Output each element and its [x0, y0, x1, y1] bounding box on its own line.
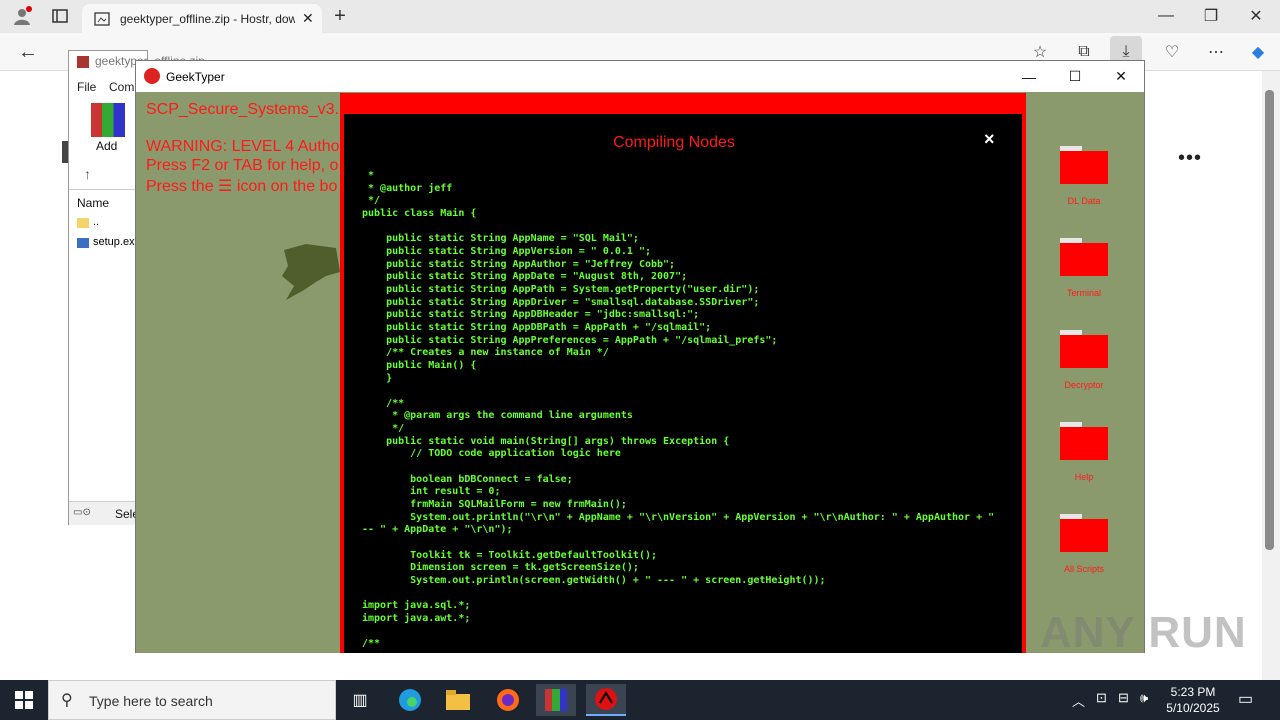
- taskbar-clock[interactable]: 5:23 PM 5/10/2025: [1158, 684, 1228, 716]
- minimize-icon[interactable]: —: [1006, 61, 1052, 92]
- desktop-item-decryptor[interactable]: Decryptor: [1049, 330, 1119, 390]
- console-title: Compiling Nodes: [613, 134, 735, 151]
- folder-icon: [1060, 238, 1108, 276]
- search-icon: ⚲: [61, 692, 73, 709]
- page-icon: [94, 11, 110, 30]
- clock-time: 5:23 PM: [1170, 685, 1216, 699]
- folder-icon: [1060, 514, 1108, 552]
- file-explorer-icon[interactable]: [438, 684, 478, 716]
- map-landmass: [282, 244, 340, 300]
- geektyper-logo-icon: [144, 68, 160, 84]
- system-header: SCP_Secure_Systems_v3.: [146, 101, 339, 118]
- tray-chevron-icon[interactable]: ︿: [1072, 691, 1085, 710]
- close-browser-icon[interactable]: ✕: [1240, 0, 1272, 32]
- column-name-header[interactable]: Name: [77, 196, 109, 210]
- task-view-icon[interactable]: ▥: [340, 684, 380, 716]
- winrar-taskbar-icon[interactable]: [536, 684, 576, 716]
- taskbar-search[interactable]: ⚲ Type here to search: [48, 680, 336, 720]
- profile-icon[interactable]: [6, 0, 38, 32]
- browser-tab-bar: geektyper_offline.zip - Hostr, dow ✕ + —…: [0, 0, 1280, 33]
- compiling-console: Compiling Nodes × * * @author jeff */ pu…: [344, 114, 1022, 653]
- warning-line-1: WARNING: LEVEL 4 Autho: [146, 138, 340, 155]
- warning-line-3: Press the ☰ icon on the bo: [146, 178, 338, 195]
- edge-icon[interactable]: [390, 684, 430, 716]
- code-output: * * @author jeff */ public class Main { …: [362, 170, 995, 650]
- clock-date: 5/10/2025: [1166, 701, 1220, 715]
- console-close-icon[interactable]: ×: [984, 129, 995, 150]
- performance-icon[interactable]: ♡: [1156, 36, 1188, 68]
- list-item-parent[interactable]: ..: [93, 216, 99, 228]
- new-tab-button[interactable]: +: [324, 0, 356, 32]
- folder-icon: [77, 218, 89, 228]
- restore-browser-icon[interactable]: ❐: [1195, 0, 1227, 32]
- network-icon[interactable]: ⊟: [1118, 690, 1129, 706]
- folder-icon: [1060, 330, 1108, 368]
- start-icon[interactable]: [4, 684, 44, 716]
- copilot-icon[interactable]: ◆: [1242, 36, 1274, 68]
- warning-line-2: Press F2 or TAB for help, o: [146, 157, 339, 174]
- folder-icon: [1060, 422, 1108, 460]
- desktop-item-label: Help: [1074, 472, 1094, 482]
- desktop-item-label: DL Data: [1067, 196, 1101, 206]
- desktop-item-all-scripts[interactable]: All Scripts: [1049, 514, 1119, 574]
- tray-app-icon[interactable]: ⊡: [1096, 690, 1107, 706]
- tab-actions-icon[interactable]: [44, 0, 76, 32]
- watermark-logo: ANY RUN: [1040, 608, 1247, 657]
- desktop-item-label: Terminal: [1066, 288, 1101, 298]
- minimize-browser-icon[interactable]: —: [1150, 0, 1182, 32]
- page-more-icon[interactable]: •••: [1178, 147, 1202, 170]
- add-archive-icon[interactable]: [91, 103, 125, 137]
- up-folder-icon[interactable]: ↑: [84, 166, 91, 182]
- list-item-file[interactable]: setup.ex: [93, 236, 135, 248]
- geektyper-desktop: SCP_Secure_Systems_v3. WARNING: LEVEL 4 …: [136, 92, 1144, 653]
- desktop-item-dl-data[interactable]: DL Data: [1049, 146, 1119, 206]
- taskbar: ⚲ Type here to search ▥ ︿ ⊡ ⊟ 🕪 5:23 PM …: [0, 680, 1280, 720]
- folder-icon: [1060, 146, 1108, 184]
- search-placeholder: Type here to search: [89, 693, 213, 709]
- exe-file-icon: [77, 238, 89, 248]
- volume-icon[interactable]: 🕪: [1140, 690, 1148, 706]
- close-icon[interactable]: ✕: [1098, 61, 1144, 92]
- desktop-item-terminal[interactable]: Terminal: [1049, 238, 1119, 298]
- geektyper-title: GeekTyper: [166, 70, 225, 84]
- drive-icon: ▭⊙: [73, 507, 91, 518]
- back-icon[interactable]: ←: [12, 36, 44, 68]
- desktop-item-label: All Scripts: [1063, 564, 1104, 574]
- scrollbar-thumb[interactable]: [1265, 90, 1274, 550]
- add-button-label[interactable]: Add: [96, 139, 117, 153]
- winrar-app-icon: [77, 55, 89, 68]
- geektyper-window: GeekTyper — ☐ ✕ SCP_Secure_Systems_v3. W…: [135, 60, 1145, 653]
- firefox-icon[interactable]: [488, 684, 528, 716]
- tab-active[interactable]: geektyper_offline.zip - Hostr, dow ✕: [82, 4, 322, 33]
- settings-more-icon[interactable]: ⋯: [1200, 36, 1232, 68]
- menu-commands[interactable]: Com: [109, 80, 134, 94]
- maximize-icon[interactable]: ☐: [1052, 61, 1098, 92]
- close-tab-icon[interactable]: ✕: [302, 10, 314, 27]
- geektyper-taskbar-icon[interactable]: [586, 684, 626, 716]
- notifications-icon[interactable]: ▭: [1238, 689, 1253, 709]
- tab-title: geektyper_offline.zip - Hostr, dow: [120, 12, 295, 26]
- geektyper-titlebar[interactable]: GeekTyper — ☐ ✕: [136, 61, 1144, 92]
- desktop-item-help[interactable]: Help: [1049, 422, 1119, 482]
- desktop-item-label: Decryptor: [1064, 380, 1104, 390]
- menu-file[interactable]: File: [77, 80, 96, 94]
